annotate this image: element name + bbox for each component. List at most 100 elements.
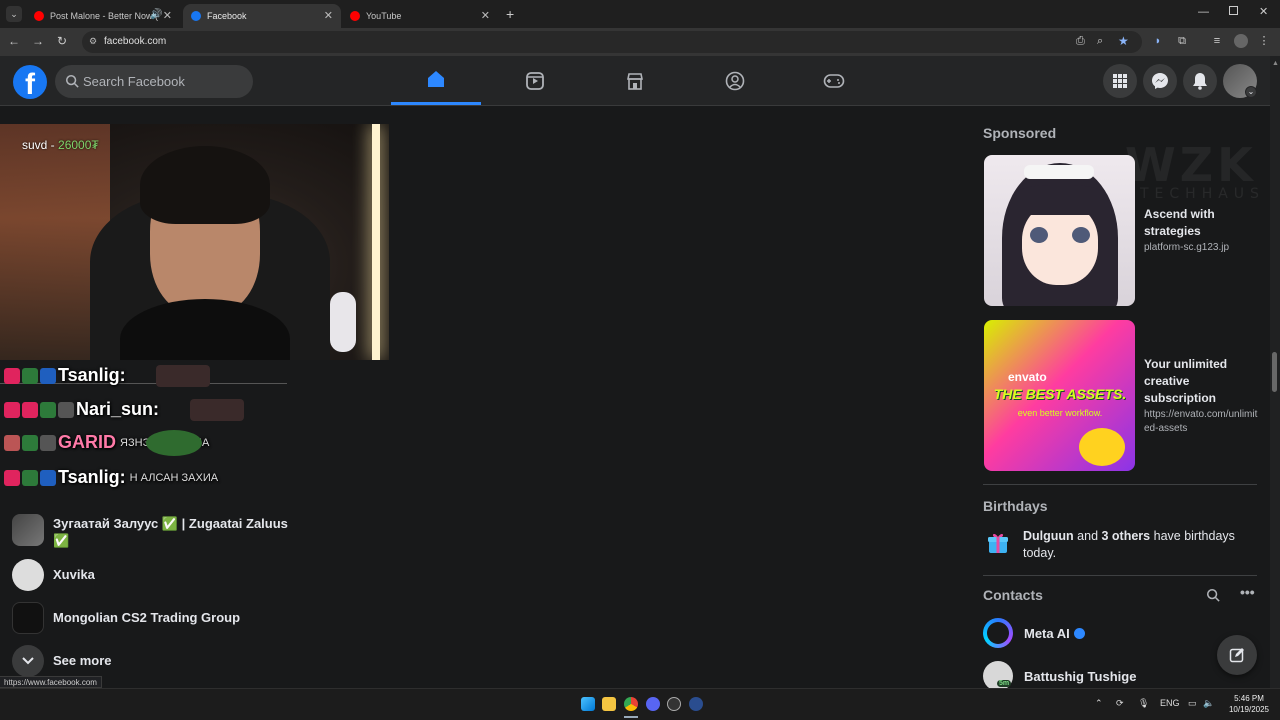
see-more-button[interactable]: See more bbox=[12, 645, 112, 677]
media-control-icon[interactable]: ≡ bbox=[1211, 35, 1223, 47]
tray-chevron-icon[interactable]: ⌃ bbox=[1095, 698, 1103, 709]
contact-meta-ai[interactable]: Meta AI bbox=[983, 618, 1085, 648]
stream-video-overlay: suvd - 26000₮ bbox=[0, 124, 389, 360]
search-box[interactable] bbox=[55, 65, 253, 98]
birthdays-heading: Birthdays bbox=[983, 498, 1048, 514]
tab-video[interactable] bbox=[490, 56, 580, 105]
file-explorer-icon[interactable] bbox=[602, 697, 616, 711]
notifications-button[interactable] bbox=[1183, 64, 1217, 98]
profile-avatar[interactable] bbox=[1234, 34, 1248, 48]
install-icon[interactable]: ⎙ bbox=[1076, 35, 1085, 48]
account-avatar[interactable]: ⌄ bbox=[1223, 64, 1257, 98]
first-badge-icon bbox=[22, 367, 38, 384]
extensions-puzzle-icon[interactable]: ⧉ bbox=[1176, 35, 1188, 47]
tab-close-icon[interactable]: ✕ bbox=[324, 9, 333, 22]
group-item[interactable]: Зугаатай Залуус ✅ | Zugaatai Zaluus ✅ bbox=[12, 514, 288, 549]
forward-icon[interactable]: → bbox=[30, 34, 46, 48]
heart-badge-icon bbox=[4, 401, 20, 418]
more-options-icon[interactable]: ••• bbox=[1240, 584, 1255, 600]
page-scrollbar[interactable]: ▲ bbox=[1270, 56, 1280, 688]
ad-url[interactable]: platform-sc.g123.jp bbox=[1144, 241, 1259, 255]
settings-icon[interactable] bbox=[667, 697, 681, 711]
url-text: facebook.com bbox=[104, 36, 167, 47]
tray-volume-icon[interactable]: 🔈 bbox=[1203, 698, 1214, 709]
group-avatar bbox=[12, 602, 44, 634]
tab-groups[interactable] bbox=[690, 56, 780, 105]
groups-icon bbox=[725, 71, 745, 90]
browser-tab-bar: ⌄ Post Malone - Better Now ( 🔊 ✕ Faceboo… bbox=[0, 0, 1280, 28]
reload-icon[interactable]: ↻ bbox=[54, 34, 70, 48]
anime-headband bbox=[1024, 165, 1094, 179]
tab-facebook[interactable]: Facebook ✕ bbox=[183, 4, 341, 28]
see-more-label: See more bbox=[53, 653, 112, 668]
tab-marketplace[interactable] bbox=[590, 56, 680, 105]
tab-post-malone[interactable]: Post Malone - Better Now ( 🔊 ✕ bbox=[26, 4, 180, 28]
tray-mic-icon[interactable]: 🎙 bbox=[1138, 698, 1149, 709]
group-item[interactable]: Mongolian CS2 Trading Group bbox=[12, 602, 240, 634]
group-item[interactable]: Xuvika bbox=[12, 559, 95, 591]
messenger-button[interactable] bbox=[1143, 64, 1177, 98]
tab-home[interactable] bbox=[391, 56, 481, 105]
minimize-icon[interactable]: — bbox=[1198, 6, 1209, 18]
start-icon[interactable] bbox=[581, 697, 595, 711]
ad-title[interactable]: Your unlimited creative subscription bbox=[1144, 356, 1259, 407]
discord-icon[interactable] bbox=[646, 697, 660, 711]
contacts-heading: Contacts bbox=[983, 587, 1043, 603]
app-icon[interactable] bbox=[689, 697, 703, 711]
site-info-icon[interactable]: ⚙ bbox=[89, 36, 97, 47]
menu-button[interactable] bbox=[1103, 64, 1137, 98]
anime-eye bbox=[1030, 227, 1048, 243]
chevron-down-icon[interactable]: ⌄ bbox=[1245, 86, 1257, 98]
tab-close-icon[interactable]: ✕ bbox=[481, 9, 490, 22]
chat-username: Tsanlig: bbox=[58, 365, 126, 385]
facebook-logo[interactable]: f bbox=[13, 65, 47, 99]
taskbar-clock[interactable]: 5:46 PM 10/19/2025 bbox=[1226, 693, 1272, 715]
birthday-text[interactable]: Dulguun and 3 others have birthdays toda… bbox=[1023, 528, 1259, 562]
microphone bbox=[330, 292, 356, 352]
contacts-search-icon[interactable] bbox=[1206, 588, 1220, 602]
contact-name: Meta AI bbox=[1024, 625, 1070, 641]
tab-search-icon[interactable]: ⌄ bbox=[6, 6, 22, 22]
ad-image-envato[interactable]: envato THE BEST ASSETS. even better work… bbox=[984, 320, 1135, 471]
scroll-up-icon[interactable]: ▲ bbox=[1272, 60, 1279, 67]
speaker-icon[interactable]: 🔊 bbox=[150, 9, 162, 20]
bookmark-star-icon[interactable]: ★ bbox=[1118, 34, 1129, 48]
ad-title[interactable]: Ascend with strategies bbox=[1144, 206, 1259, 240]
facebook-favicon-icon bbox=[191, 11, 201, 21]
tab-close-icon[interactable]: ✕ bbox=[163, 9, 172, 22]
chat-message: Н АЛСАН ЗАХИА bbox=[129, 471, 219, 484]
scrollbar-thumb[interactable] bbox=[1272, 352, 1277, 392]
back-icon[interactable]: ← bbox=[6, 34, 22, 48]
grid-menu-icon bbox=[1113, 74, 1127, 88]
zoom-icon[interactable]: ⌕ bbox=[1097, 35, 1103, 48]
language-indicator[interactable]: ENG bbox=[1160, 698, 1180, 708]
chat-username: Nari_sun: bbox=[76, 399, 160, 419]
chat-line: Nari_sun: bbox=[4, 399, 244, 421]
menu-kebab-icon[interactable]: ⋮ bbox=[1258, 35, 1270, 47]
chat-line: Tsanlig: Н АЛСАН ЗАХИА bbox=[4, 467, 218, 488]
tray-sync-icon[interactable]: ⟳ bbox=[1116, 698, 1124, 709]
ad-url[interactable]: https://envato.com/unlimited-assets bbox=[1144, 408, 1259, 436]
section-divider bbox=[983, 575, 1257, 576]
address-bar[interactable]: ⚙ facebook.com ⎙ ⌕ ★ bbox=[82, 31, 1142, 53]
tray-display-icon[interactable]: ▭ bbox=[1188, 698, 1197, 709]
chrome-icon[interactable] bbox=[624, 697, 638, 711]
contact-battushig[interactable]: 5m Battushig Tushige bbox=[983, 661, 1136, 691]
new-tab-icon[interactable]: + bbox=[506, 6, 514, 22]
window-close-icon[interactable]: ✕ bbox=[1259, 5, 1268, 18]
donation-name: suvd - bbox=[22, 138, 59, 152]
search-input[interactable] bbox=[83, 65, 243, 98]
new-message-button[interactable] bbox=[1217, 635, 1257, 675]
tab-youtube[interactable]: YouTube ✕ bbox=[342, 4, 498, 28]
browser-toolbar: ← → ↻ ⚙ facebook.com ⎙ ⌕ ★ ◗ ⧉ ≡ ⋮ bbox=[0, 28, 1280, 56]
group-avatar bbox=[12, 514, 44, 546]
bell-icon bbox=[1193, 73, 1207, 90]
ad-image-anime[interactable] bbox=[984, 155, 1135, 306]
restore-icon[interactable] bbox=[1229, 6, 1238, 15]
extension-icon[interactable]: ◗ bbox=[1152, 35, 1164, 47]
dg-badge-icon bbox=[4, 434, 20, 451]
clock-date: 10/19/2025 bbox=[1228, 705, 1270, 714]
youtube-favicon-icon bbox=[34, 11, 44, 21]
tab-gaming[interactable] bbox=[789, 56, 879, 105]
home-icon bbox=[428, 71, 444, 87]
